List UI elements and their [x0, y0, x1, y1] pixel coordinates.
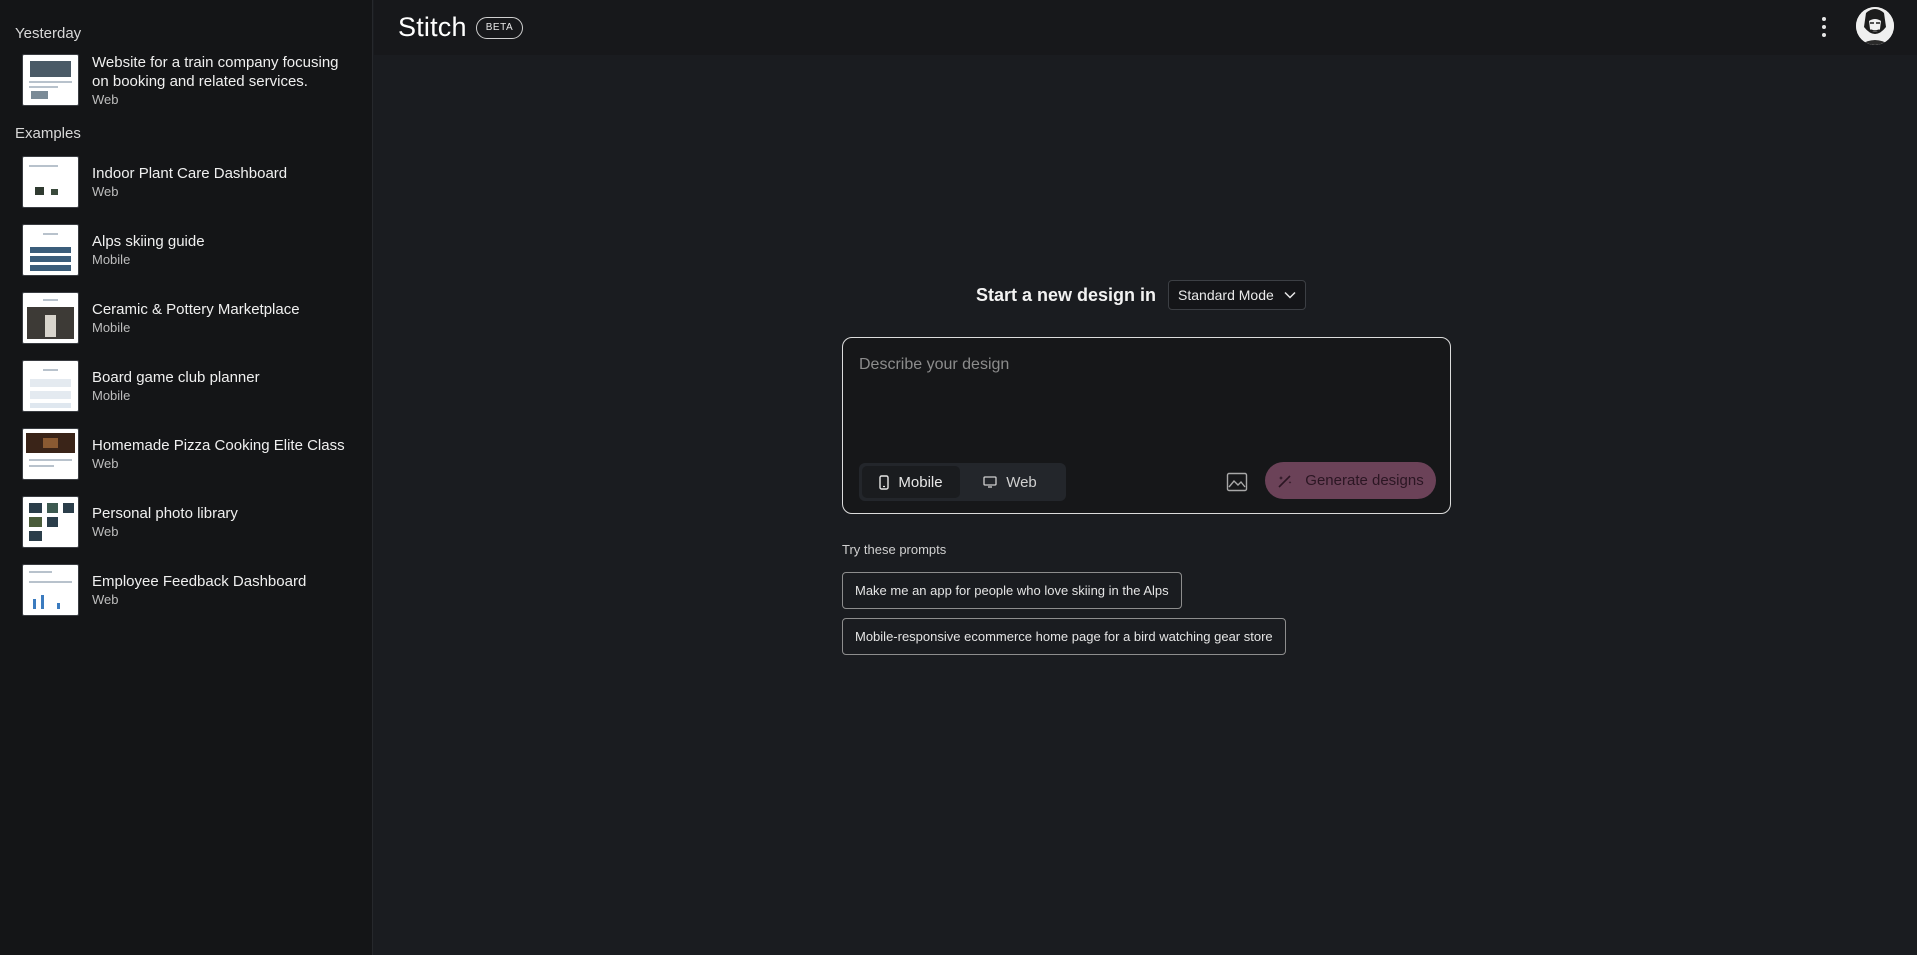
app-logo[interactable]: Stitch — [398, 12, 467, 43]
smartphone-icon — [879, 474, 890, 490]
item-type: Web — [92, 91, 119, 107]
design-thumbnail — [22, 360, 79, 412]
item-title-line2: on booking and related services. — [92, 72, 308, 90]
item-title: Homemade Pizza Cooking Elite Class — [92, 437, 345, 454]
start-design-row: Start a new design in Standard Mode — [976, 280, 1306, 310]
suggestion-chip[interactable]: Make me an app for people who love skiin… — [842, 572, 1182, 609]
more-vert-icon[interactable] — [1821, 17, 1827, 37]
example-item-ceramic-marketplace[interactable]: Ceramic & Pottery Marketplace Mobile — [0, 284, 372, 352]
generate-designs-button[interactable]: Generate designs — [1265, 462, 1436, 499]
design-thumbnail — [22, 564, 79, 616]
image-icon[interactable] — [1223, 468, 1251, 496]
history-item-train-website[interactable]: Website for a train company focusing on … — [0, 48, 372, 112]
item-title: Employee Feedback Dashboard — [92, 573, 307, 590]
item-type: Web — [92, 592, 119, 607]
design-prompt-input[interactable] — [859, 356, 1429, 416]
item-title: Ceramic & Pottery Marketplace — [92, 301, 300, 318]
design-thumbnail — [22, 292, 79, 344]
monitor-icon — [983, 476, 997, 488]
example-item-photo-library[interactable]: Personal photo library Web — [0, 488, 372, 556]
history-sidebar: Yesterday Website for a train company fo… — [0, 0, 373, 955]
example-item-employee-feedback[interactable]: Employee Feedback Dashboard Web — [0, 556, 372, 624]
top-bar: Stitch BETA — [374, 0, 1917, 55]
item-type: Mobile — [92, 320, 131, 335]
item-title: Board game club planner — [92, 369, 260, 386]
chevron-down-icon — [1284, 291, 1296, 299]
prompt-box: Mobile Web Generate d — [842, 337, 1451, 514]
item-title: Indoor Plant Care Dashboard — [92, 165, 288, 182]
item-type: Mobile — [92, 252, 131, 267]
magic-wand-icon — [1278, 474, 1292, 488]
design-thumbnail — [22, 428, 79, 480]
mode-select[interactable]: Standard Mode — [1168, 280, 1306, 310]
example-item-pizza-class[interactable]: Homemade Pizza Cooking Elite Class Web — [0, 420, 372, 488]
platform-mobile-label: Mobile — [898, 473, 943, 491]
user-avatar[interactable] — [1856, 7, 1894, 45]
item-title: Alps skiing guide — [92, 233, 205, 250]
platform-web-label: Web — [1006, 473, 1037, 491]
design-thumbnail — [22, 156, 79, 208]
section-label-yesterday: Yesterday — [15, 25, 82, 42]
item-type: Web — [92, 184, 119, 199]
design-thumbnail — [22, 496, 79, 548]
item-type: Web — [92, 456, 119, 471]
example-item-plant-care[interactable]: Indoor Plant Care Dashboard Web — [0, 148, 372, 216]
item-title: Personal photo library — [92, 505, 238, 522]
platform-toggle: Mobile Web — [859, 463, 1066, 501]
start-design-label: Start a new design in — [976, 284, 1157, 305]
platform-web-button[interactable]: Web — [960, 466, 1060, 498]
suggestion-chip[interactable]: Mobile-responsive ecommerce home page fo… — [842, 618, 1286, 655]
example-item-alps-skiing[interactable]: Alps skiing guide Mobile — [0, 216, 372, 284]
platform-mobile-button[interactable]: Mobile — [862, 466, 960, 498]
section-label-examples: Examples — [15, 125, 81, 142]
design-thumbnail — [22, 54, 79, 106]
item-type: Web — [92, 524, 119, 539]
item-type: Mobile — [92, 388, 131, 403]
item-title-line1: Website for a train company focusing — [92, 53, 339, 71]
design-thumbnail — [22, 224, 79, 276]
mode-select-value: Standard Mode — [1178, 287, 1274, 303]
generate-designs-label: Generate designs — [1305, 472, 1424, 489]
example-item-board-game[interactable]: Board game club planner Mobile — [0, 352, 372, 420]
beta-badge: BETA — [475, 16, 524, 39]
try-prompts-label: Try these prompts — [842, 542, 947, 557]
